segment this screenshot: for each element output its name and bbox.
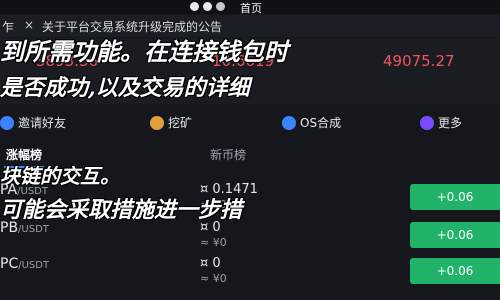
price: ¤ 0 bbox=[200, 220, 221, 235]
change-badge[interactable]: +0.06 bbox=[410, 222, 500, 248]
symbol: PB/USDT bbox=[0, 220, 49, 236]
price: ¤ 0 bbox=[200, 256, 221, 271]
pickaxe-icon bbox=[150, 115, 164, 130]
page-title: 首页 bbox=[240, 2, 262, 15]
gift-icon bbox=[0, 115, 14, 130]
change-badge[interactable]: +0.06 bbox=[410, 184, 500, 210]
nav-label: 邀请好友 bbox=[18, 116, 67, 130]
table-row[interactable]: PB/USDT ¤ 0 ≈ ¥0 +0.06 bbox=[0, 220, 500, 254]
merge-icon bbox=[282, 115, 296, 130]
cny-price: ≈ ¥0 bbox=[200, 272, 227, 285]
symbol: PC/USDT bbox=[0, 256, 50, 272]
nav-item-invite[interactable]: 邀请好友 bbox=[0, 114, 66, 131]
close-icon[interactable]: × bbox=[24, 18, 34, 32]
quick-nav: 邀请好友 挖矿 OS合成 更多 bbox=[0, 104, 500, 142]
status-dots bbox=[190, 2, 225, 11]
overlay-text-line: 是否成功,以及交易的详细 bbox=[0, 75, 250, 101]
tab-new-coins[interactable]: 新币榜 bbox=[210, 146, 246, 163]
nav-label: OS合成 bbox=[300, 116, 342, 130]
nav-item-mining[interactable]: 挖矿 bbox=[150, 114, 192, 131]
nav-item-os-merge[interactable]: OS合成 bbox=[282, 114, 341, 131]
table-row[interactable]: PC/USDT ¤ 0 ≈ ¥0 +0.06 bbox=[0, 256, 500, 290]
status-bar: 首页 bbox=[0, 0, 500, 15]
nav-label: 更多 bbox=[438, 116, 463, 130]
nav-item-more[interactable]: 更多 bbox=[420, 114, 462, 131]
ticker-value[interactable]: 49075.27 bbox=[383, 52, 455, 70]
grid-icon bbox=[420, 115, 434, 130]
overlay-text-line: 到所需功能。在连接钱包时 bbox=[0, 37, 288, 66]
nav-label: 挖矿 bbox=[168, 116, 193, 130]
change-badge[interactable]: +0.06 bbox=[410, 258, 500, 284]
cny-price: ≈ ¥0 bbox=[200, 236, 227, 249]
